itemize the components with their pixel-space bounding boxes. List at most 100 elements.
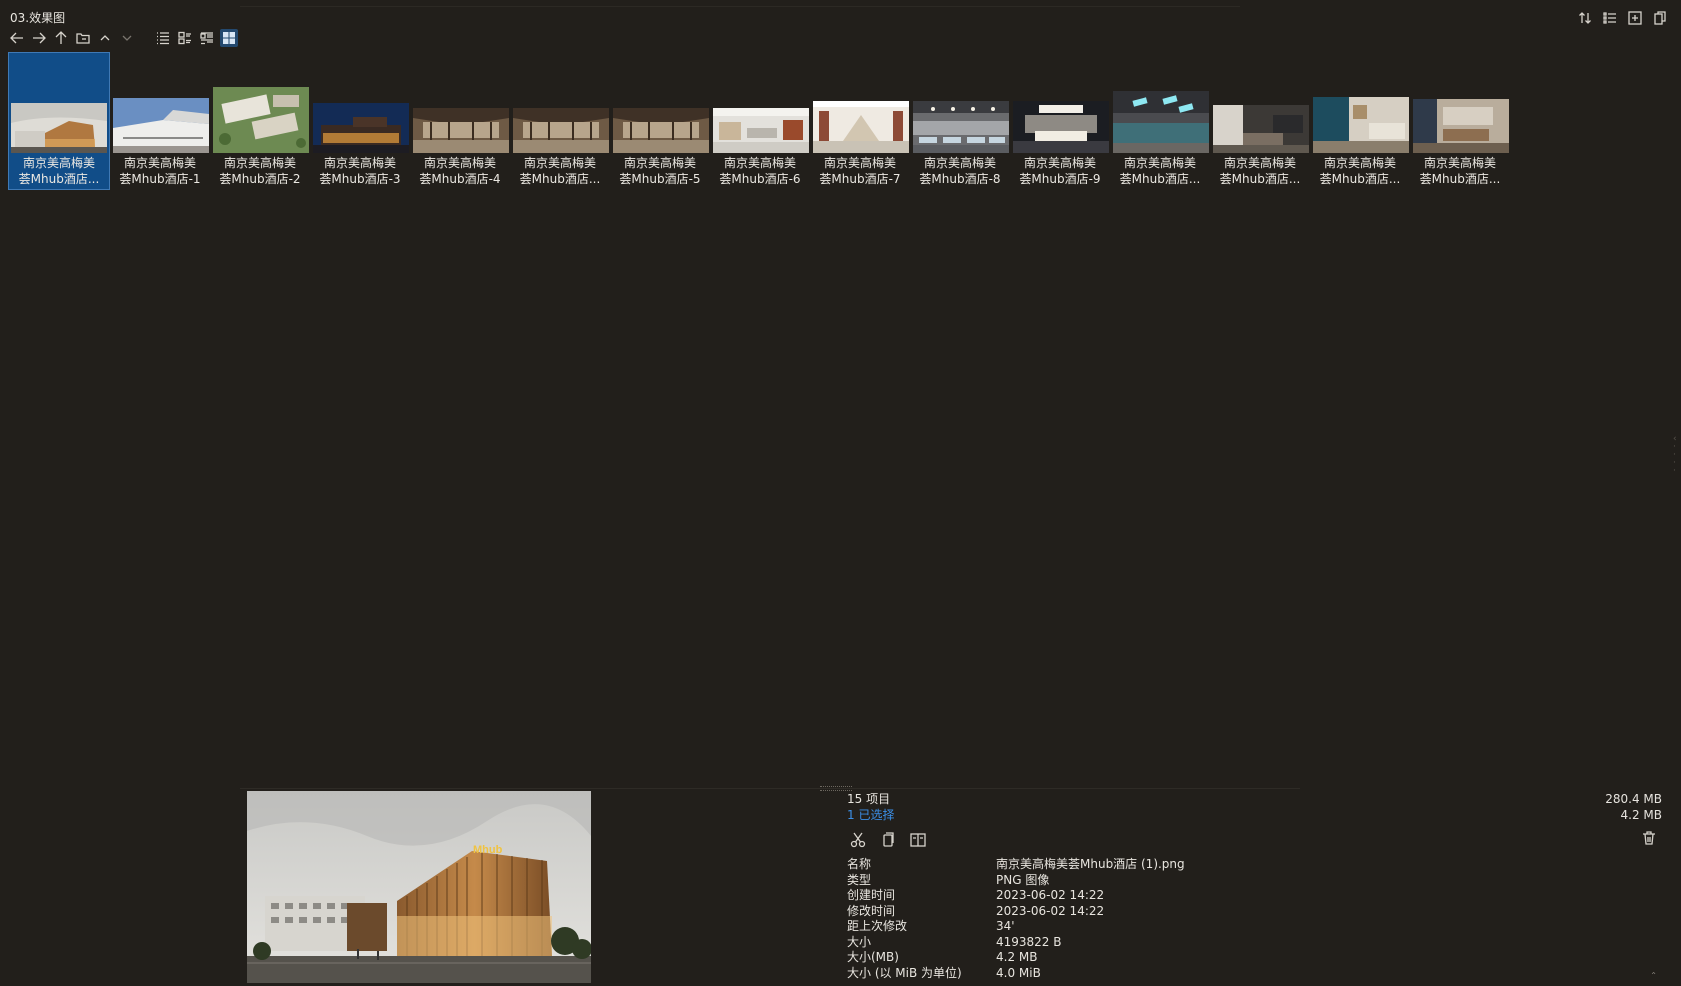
file-thumbnail[interactable]: 南京美高梅美 荟Mhub酒店...	[1111, 53, 1209, 189]
file-thumbnail[interactable]: 南京美高梅美 荟Mhub酒店-9	[1011, 53, 1109, 189]
file-name-label: 南京美高梅美 荟Mhub酒店...	[1411, 155, 1509, 187]
file-name-label: 南京美高梅美 荟Mhub酒店...	[1211, 155, 1309, 187]
property-value: 34'	[996, 919, 1015, 933]
property-key: 距上次修改	[847, 919, 908, 933]
details-view-icon[interactable]	[176, 29, 194, 47]
open-with-icon[interactable]	[909, 831, 927, 849]
file-name-line2: 荟Mhub酒店-1	[119, 172, 201, 186]
total-size: 280.4 MB	[1605, 792, 1662, 806]
chevron-down-icon[interactable]	[118, 29, 136, 47]
property-row: 创建时间 2023-06-02 14:22	[847, 888, 1347, 904]
file-name-line1: 南京美高梅美	[523, 156, 596, 170]
cut-icon[interactable]	[849, 831, 867, 849]
file-name-line2: 荟Mhub酒店-4	[419, 172, 501, 186]
image-preview: Mhub	[247, 791, 591, 983]
file-thumbnail[interactable]: 南京美高梅美 荟Mhub酒店...	[1211, 53, 1309, 189]
clipboard-icon[interactable]	[1651, 9, 1669, 27]
property-row: 名称 南京美高梅美荟Mhub酒店 (1).png	[847, 857, 1347, 873]
file-name-label: 南京美高梅美 荟Mhub酒店-1	[111, 155, 209, 187]
arrow-right-icon[interactable]	[30, 29, 48, 47]
property-key: 类型	[847, 872, 872, 887]
thumbnail-image	[313, 103, 409, 153]
file-name-line1: 南京美高梅美	[1423, 156, 1496, 170]
file-name-label: 南京美高梅美 荟Mhub酒店-3	[311, 155, 409, 187]
item-count: 15 项目	[847, 792, 891, 806]
file-name-line2: 荟Mhub酒店-6	[719, 172, 801, 186]
thumbnail-image	[1313, 97, 1409, 153]
file-thumbnail[interactable]: 南京美高梅美 荟Mhub酒店-6	[711, 53, 809, 189]
file-name-line1: 南京美高梅美	[823, 156, 896, 170]
folder-icon[interactable]	[74, 29, 92, 47]
thumbnail-image	[1013, 101, 1109, 153]
arrow-up-icon[interactable]	[52, 29, 70, 47]
file-thumbnail[interactable]: 南京美高梅美 荟Mhub酒店-4	[411, 53, 509, 189]
resize-corner-icon[interactable]: ⌃	[1650, 971, 1657, 980]
thumbnail-image	[213, 87, 309, 153]
file-name-label: 南京美高梅美 荟Mhub酒店...	[9, 155, 109, 187]
property-value: 2023-06-02 14:22	[996, 888, 1105, 902]
thumbnail-image	[813, 101, 909, 153]
selected-count[interactable]: 1 已选择	[847, 807, 1347, 823]
arrow-left-icon[interactable]	[8, 29, 26, 47]
property-value: PNG 图像	[996, 872, 1050, 887]
file-name-label: 南京美高梅美 荟Mhub酒店-6	[711, 155, 809, 187]
file-name-line2: 荟Mhub酒店-2	[219, 172, 301, 186]
property-row: 类型 PNG 图像	[847, 873, 1347, 889]
file-thumbnail[interactable]: 南京美高梅美 荟Mhub酒店-1	[111, 53, 209, 189]
list-view-icon[interactable]	[154, 29, 172, 47]
file-name-label: 南京美高梅美 荟Mhub酒店-9	[1011, 155, 1109, 187]
new-tab-icon[interactable]	[1626, 9, 1644, 27]
tiles-view-icon[interactable]	[198, 29, 216, 47]
file-name-label: 南京美高梅美 荟Mhub酒店...	[1111, 155, 1209, 187]
copy-icon[interactable]	[879, 831, 897, 849]
sort-icon[interactable]	[1576, 9, 1594, 27]
side-panel-handle[interactable]: ‹ · · · ·	[1673, 435, 1679, 485]
file-name-line1: 南京美高梅美	[323, 156, 396, 170]
thumbnail-image	[1413, 99, 1509, 153]
file-thumbnail[interactable]: 南京美高梅美 荟Mhub酒店-5	[611, 53, 709, 189]
thumbnail-grid: 南京美高梅美 荟Mhub酒店... 南京美高梅美 荟Mhub酒店-1 南京美高梅美 荟Mh…	[8, 52, 1511, 190]
file-name-label: 南京美高梅美 荟Mhub酒店...	[511, 155, 609, 187]
file-thumbnail[interactable]: 南京美高梅美 荟Mhub酒店-3	[311, 53, 409, 189]
file-name-line1: 南京美高梅美	[123, 156, 196, 170]
thumbnail-image	[113, 98, 209, 153]
file-thumbnail[interactable]: 南京美高梅美 荟Mhub酒店...	[1311, 53, 1409, 189]
file-thumbnail[interactable]: 南京美高梅美 荟Mhub酒店...	[8, 52, 110, 190]
file-thumbnail[interactable]: 南京美高梅美 荟Mhub酒店-8	[911, 53, 1009, 189]
thumbnails-view-icon[interactable]	[220, 29, 238, 47]
thumbnail-image	[413, 108, 509, 153]
file-name-line1: 南京美高梅美	[1023, 156, 1096, 170]
property-value: 4193822 B	[996, 934, 1062, 949]
top-divider	[240, 6, 1240, 7]
thumbnail-image	[1113, 91, 1209, 153]
property-key: 创建时间	[847, 888, 896, 902]
details-divider	[240, 788, 1300, 789]
file-name-line2: 荟Mhub酒店...	[1219, 172, 1301, 186]
file-name-line1: 南京美高梅美	[22, 156, 95, 170]
file-name-label: 南京美高梅美 荟Mhub酒店-7	[811, 155, 909, 187]
file-name-label: 南京美高梅美 荟Mhub酒店-5	[611, 155, 709, 187]
property-row: 大小(MB) 4.2 MB	[847, 950, 1347, 966]
file-thumbnail[interactable]: 南京美高梅美 荟Mhub酒店-7	[811, 53, 909, 189]
file-thumbnail[interactable]: 南京美高梅美 荟Mhub酒店...	[1411, 53, 1509, 189]
thumbnail-image	[913, 101, 1009, 153]
property-key: 大小	[847, 934, 872, 949]
properties-list: 名称 南京美高梅美荟Mhub酒店 (1).png 类型 PNG 图像创建时间 2023-…	[847, 857, 1347, 981]
file-name-line1: 南京美高梅美	[723, 156, 796, 170]
file-name-line2: 荟Mhub酒店...	[1119, 172, 1201, 186]
file-name-line2: 荟Mhub酒店...	[18, 172, 100, 186]
file-name-label: 南京美高梅美 荟Mhub酒店...	[1311, 155, 1409, 187]
file-thumbnail[interactable]: 南京美高梅美 荟Mhub酒店...	[511, 53, 609, 189]
property-value: 4.2 MB	[996, 950, 1038, 964]
property-value: 4.0 MiB	[996, 965, 1041, 980]
file-thumbnail[interactable]: 南京美高梅美 荟Mhub酒店-2	[211, 53, 309, 189]
file-name-line2: 荟Mhub酒店...	[1319, 172, 1401, 186]
file-name-line2: 荟Mhub酒店...	[1419, 172, 1501, 186]
file-name-line1: 南京美高梅美	[923, 156, 996, 170]
trash-icon[interactable]	[1641, 830, 1659, 848]
property-value: 南京美高梅美荟Mhub酒店 (1).png	[996, 857, 1185, 871]
property-key: 大小 (以 MiB 为单位)	[847, 965, 962, 980]
chevron-up-icon[interactable]	[96, 29, 114, 47]
checklist-icon[interactable]	[1601, 9, 1619, 27]
file-name-line1: 南京美高梅美	[423, 156, 496, 170]
